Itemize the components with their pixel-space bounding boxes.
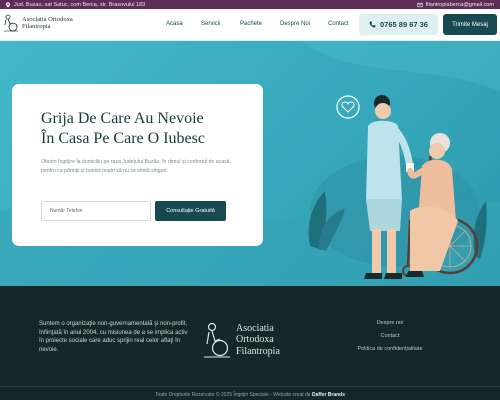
phone-icon xyxy=(369,21,376,28)
hero-description: Oferim îngrijire la domiciliu pe raza Ju… xyxy=(41,159,232,174)
address-info: Jud. Buzau, sat Satuc, com Berca, str. B… xyxy=(5,2,145,8)
footer-logo[interactable]: Asociatia Ortodoxa Filantropia xyxy=(203,322,280,358)
nav-acasa[interactable]: Acasa xyxy=(166,21,183,27)
footer-logo-icon xyxy=(204,322,230,358)
mail-icon xyxy=(416,2,423,7)
address-text: Jud. Buzau, sat Satuc, com Berca, str. B… xyxy=(14,1,146,8)
nav-servicii[interactable]: Servicii xyxy=(201,21,220,27)
send-message-button[interactable]: Trimite Mesaj xyxy=(443,14,497,35)
site-logo[interactable]: Asociatia Ortodoxa Filantropia xyxy=(3,14,73,32)
email-info[interactable]: filantropiaberca@gmail.com xyxy=(416,2,494,8)
free-consultation-button[interactable]: Consultație Gratuită xyxy=(155,201,226,221)
nav-pachete[interactable]: Pachete xyxy=(240,21,262,27)
copyright-prefix: Toate Drepturile Rezervate © 2025 Îngrij… xyxy=(154,392,312,398)
hero-card: Grija De Care Au Nevoie În Casa Pe Care … xyxy=(12,84,263,246)
footer-divider xyxy=(0,386,500,387)
footer-link-contact[interactable]: Contact xyxy=(340,333,440,339)
caregiver-illustration xyxy=(308,95,487,279)
hero-title: Grija De Care Au Nevoie În Casa Pe Care … xyxy=(41,109,261,149)
logo-line1: Asociatia Ortodoxa xyxy=(22,16,73,23)
email-text[interactable]: filantropiaberca@gmail.com xyxy=(426,2,494,8)
site-header: Asociatia Ortodoxa Filantropia Acasa Ser… xyxy=(0,9,500,41)
hero-title-line1: Grija De Care Au Nevoie xyxy=(41,110,204,127)
logo-icon xyxy=(4,14,18,32)
footer-logo-line1: Asociatia xyxy=(236,322,274,334)
phone-number-input[interactable] xyxy=(41,201,151,221)
copyright-text: Toate Drepturile Rezervate © 2025 Îngrij… xyxy=(0,392,500,398)
hero-section: Grija De Care Au Nevoie În Casa Pe Care … xyxy=(0,41,500,286)
copyright-author-link[interactable]: Daffer Brands xyxy=(312,392,345,398)
phone-button[interactable]: 0765 89 67 36 xyxy=(359,14,438,35)
location-pin-icon xyxy=(5,1,11,8)
phone-number: 0765 89 67 36 xyxy=(380,20,428,29)
logo-line2: Filantropia xyxy=(22,23,51,30)
footer-logo-line2: Ortodoxa xyxy=(236,334,274,346)
site-footer: Suntem o organizaţie non-guvernamentală … xyxy=(0,286,500,400)
footer-links: Despre noi Contact Politica de confidenț… xyxy=(340,320,440,359)
hero-title-line2: În Casa Pe Care O Iubesc xyxy=(41,130,205,147)
top-info-bar: Jud. Buzau, sat Satuc, com Berca, str. B… xyxy=(0,0,500,9)
footer-link-despre-noi[interactable]: Despre noi xyxy=(340,320,440,326)
nav-despre-noi[interactable]: Despre Noi xyxy=(280,21,310,27)
footer-about-text: Suntem o organizaţie non-guvernamentală … xyxy=(39,321,188,353)
footer-logo-line3: Filantropia xyxy=(236,345,280,357)
nav-contact[interactable]: Contact xyxy=(328,21,349,27)
footer-link-privacy-policy[interactable]: Politica de confidențialitate xyxy=(340,346,440,352)
